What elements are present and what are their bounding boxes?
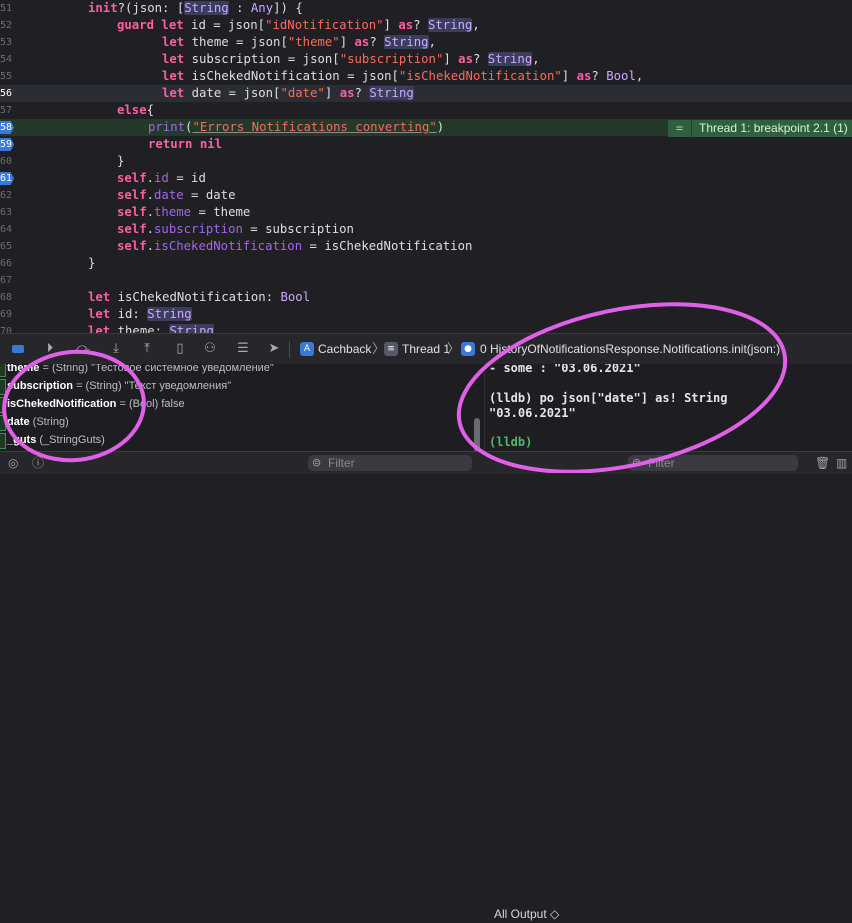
equals-icon: =: [668, 120, 692, 137]
variable-type-icon: [0, 397, 6, 413]
app-target-icon: A: [300, 342, 314, 356]
code-line-current: 56 let date = json["date"] as? String: [0, 85, 852, 102]
variable-detail: (_StringGuts): [36, 434, 105, 446]
view-hierarchy-icon[interactable]: ▯: [170, 339, 190, 359]
hide-debug-area-icon[interactable]: [8, 339, 28, 359]
line-number: 60: [0, 156, 12, 167]
line-number: 62: [0, 190, 12, 201]
line-number: 63: [0, 207, 12, 218]
line-number: 59: [0, 139, 12, 150]
variables-view[interactable]: theme = (String) "Тестовое системное уве…: [0, 364, 484, 451]
console-line: (lldb) po json["date"] as! String: [489, 391, 728, 405]
code-line: 63 self.theme = theme: [0, 205, 251, 219]
line-number: 65: [0, 241, 12, 252]
code-line: 51 init?(json: [String : Any]) {: [0, 1, 303, 15]
code-line: 66 }: [0, 256, 96, 270]
code-line: 70 let theme: String: [0, 323, 852, 333]
memory-graph-icon[interactable]: ⚇: [200, 339, 220, 359]
thread-icon: ≡: [384, 342, 398, 356]
code-line: 59 return nil: [0, 137, 223, 151]
variables-filter-placeholder: Filter: [328, 456, 355, 470]
variable-detail: = (String) "Тестовое системное уведомлен…: [39, 364, 274, 374]
environment-overrides-icon[interactable]: ☰: [233, 339, 253, 359]
chevron-right-icon: 〉: [447, 342, 461, 357]
code-line: 62 self.date = date: [0, 188, 236, 202]
frame-user-icon: ●: [461, 342, 475, 356]
variable-name: date: [7, 416, 30, 428]
toolbar-divider: [289, 341, 290, 358]
variable-name: _guts: [7, 434, 37, 446]
line-number: 57: [0, 105, 12, 116]
line-number: 56: [0, 88, 12, 99]
line-number: 64: [0, 224, 12, 235]
breadcrumb-thread[interactable]: Thread 1: [402, 334, 450, 365]
variable-type-icon: [0, 364, 6, 377]
variables-filter-field[interactable]: ⊜ Filter: [308, 455, 472, 471]
code-line: 57 else{: [0, 103, 155, 117]
filter-icon: ⊜: [632, 456, 642, 469]
debug-toolbar: ⏵ ⤼ ⤓ ⤒ ▯ ⚇ ☰ ➤ A Cachback 〉 ≡ Thread 1 …: [0, 333, 852, 365]
code-line: 53 let theme = json["theme"] as? String,: [0, 35, 436, 49]
console-line: - some : "03.06.2021": [489, 364, 641, 375]
step-out-icon[interactable]: ⤒: [137, 339, 157, 359]
breakpoint-badge-label: Thread 1: breakpoint 2.1 (1): [699, 121, 848, 135]
variable-name: theme: [7, 364, 40, 374]
code-line: 54 let subscription = json["subscription…: [0, 52, 540, 66]
line-number: 69: [0, 309, 12, 320]
console-prompt[interactable]: (lldb): [489, 435, 532, 450]
code-line: 64 self.subscription = subscription: [0, 222, 354, 236]
variable-name: subscription: [7, 380, 74, 392]
variable-type-icon: [0, 415, 6, 431]
continue-icon[interactable]: ⏵: [40, 339, 60, 359]
trash-icon[interactable]: 🗑: [815, 454, 830, 472]
console-filter-placeholder: Filter: [648, 456, 675, 470]
line-number: 68: [0, 292, 12, 303]
line-number: 51: [0, 3, 12, 14]
console-line: "03.06.2021": [489, 406, 576, 420]
code-line: 67: [0, 272, 852, 289]
code-line: 52 guard let id = json["idNotification"]…: [0, 18, 480, 32]
code-line: 65 self.isChekedNotification = isChekedN…: [0, 239, 473, 253]
variable-name: isChekedNotification: [7, 398, 117, 410]
auto-variables-icon[interactable]: ◎: [8, 454, 18, 472]
line-number: 52: [0, 20, 12, 31]
line-number: 61: [0, 173, 12, 184]
filter-icon: ⊜: [312, 456, 322, 469]
console-output[interactable]: - some : "03.06.2021" (lldb) po json["da…: [484, 364, 852, 451]
step-over-icon[interactable]: ⤼: [73, 339, 93, 359]
breadcrumb-app[interactable]: Cachback: [318, 334, 371, 365]
code-line: 68 let isChekedNotification: Bool: [0, 290, 311, 304]
line-number: 54: [0, 54, 12, 65]
console-filter-field[interactable]: ⊜ Filter: [628, 455, 798, 471]
simulate-location-icon[interactable]: ➤: [264, 339, 284, 359]
variable-detail: = (Bool) false: [116, 398, 185, 410]
line-number: 55: [0, 71, 12, 82]
split-view-icon[interactable]: ▥: [836, 454, 850, 472]
output-selector[interactable]: All Output ◇: [494, 905, 559, 923]
line-number: 53: [0, 37, 12, 48]
info-icon[interactable]: ⓘ: [32, 454, 44, 472]
variable-type-icon: [0, 379, 6, 395]
code-editor[interactable]: 51 init?(json: [String : Any]) { 52 guar…: [0, 0, 852, 333]
variable-detail: (String): [29, 416, 69, 428]
variables-scrollbar[interactable]: [474, 418, 480, 452]
breakpoint-badge[interactable]: = Thread 1: breakpoint 2.1 (1): [668, 120, 852, 137]
variable-detail: = (String) "Текст уведомления": [73, 380, 232, 392]
line-number: 67: [0, 275, 12, 286]
filter-bar: ◎ ⓘ ⊜ Filter All Output ◇ ⊜ Filter 🗑 ▥: [0, 451, 852, 921]
variable-type-icon: [0, 433, 6, 449]
line-number: 58: [0, 122, 12, 133]
code-line: 55 let isChekedNotification = json["isCh…: [0, 69, 644, 83]
line-number: 66: [0, 258, 12, 269]
code-line: 60 }: [0, 154, 125, 168]
line-number: 70: [0, 326, 12, 333]
breadcrumb-frame[interactable]: 0 HistoryOfNotificationsResponse.Notific…: [480, 334, 780, 365]
code-line: 69 let id: String: [0, 307, 192, 321]
code-line: 61 self.id = id: [0, 171, 206, 185]
step-into-icon[interactable]: ⤓: [106, 339, 126, 359]
